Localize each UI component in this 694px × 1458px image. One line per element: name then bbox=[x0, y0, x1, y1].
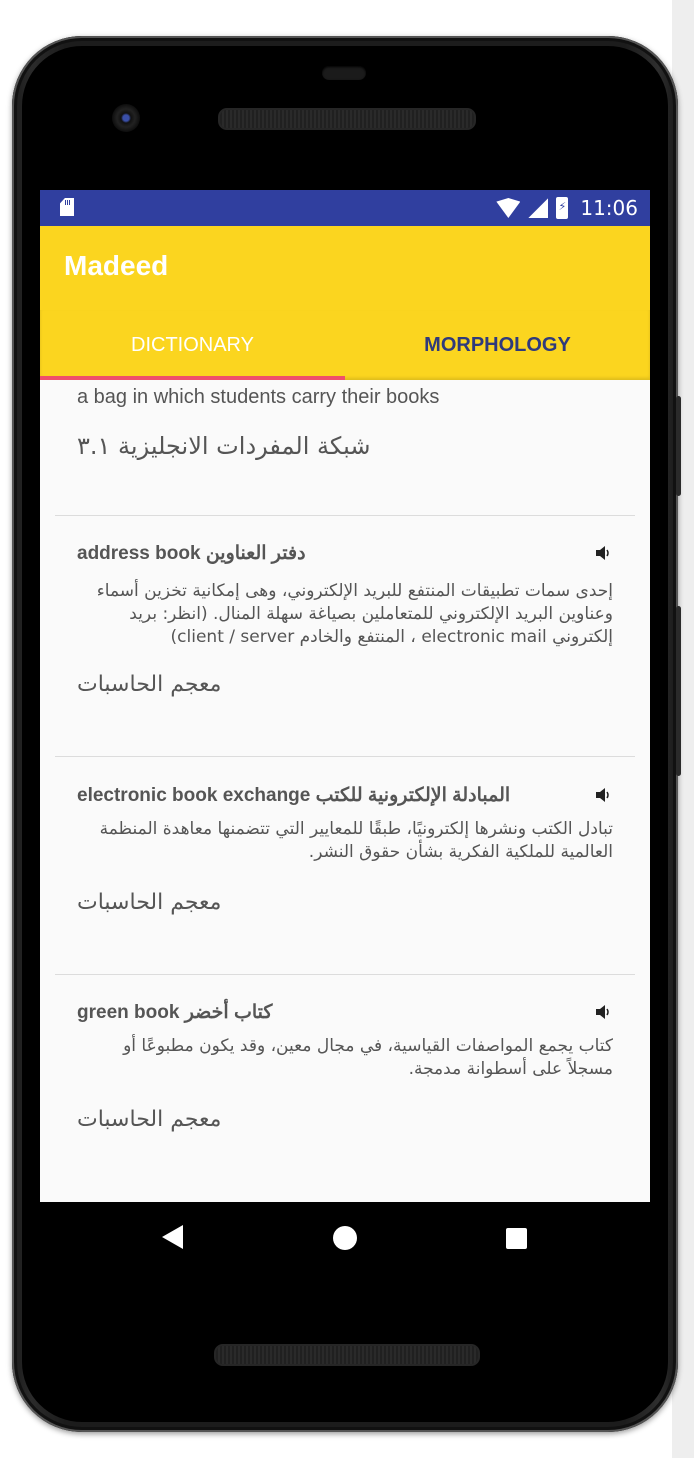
status-icons: 11:06 bbox=[496, 190, 638, 226]
divider bbox=[55, 974, 635, 975]
divider bbox=[55, 515, 635, 516]
status-bar: 11:06 bbox=[40, 190, 650, 226]
entry-source: شبكة المفردات الانجليزية ٣.١ bbox=[77, 432, 371, 460]
entry-source: معجم الحاسبات bbox=[77, 1107, 222, 1132]
app-bar: Madeed bbox=[40, 226, 650, 310]
entry-definition: تبادل الكتب ونشرها إلكترونيًا، طبقًا للم… bbox=[99, 819, 613, 862]
recents-icon[interactable] bbox=[506, 1228, 527, 1249]
cell-signal-icon bbox=[528, 198, 549, 218]
top-speaker-grille bbox=[218, 108, 476, 130]
tab-dictionary[interactable]: DICTIONARY bbox=[40, 310, 345, 380]
entry-title: green book كتاب أخضر bbox=[77, 1002, 273, 1023]
home-icon[interactable] bbox=[333, 1226, 357, 1250]
speaker-icon[interactable] bbox=[595, 788, 611, 802]
status-time: 11:06 bbox=[580, 196, 638, 220]
entry-source: معجم الحاسبات bbox=[77, 672, 222, 697]
wifi-icon bbox=[496, 198, 521, 218]
speaker-icon[interactable] bbox=[595, 546, 611, 560]
tab-bar: DICTIONARY MORPHOLOGY bbox=[40, 310, 650, 380]
app-title: Madeed bbox=[64, 250, 169, 281]
power-button bbox=[676, 396, 681, 496]
volume-button bbox=[676, 606, 681, 776]
entry-definition: a bag in which students carry their book… bbox=[77, 386, 440, 408]
screen: 11:06 Madeed DICTIONARY MORPHOLOGY a bag… bbox=[40, 190, 650, 1202]
bottom-speaker-grille bbox=[214, 1344, 480, 1366]
entry-definition: كتاب يجمع المواصفات القياسية، في مجال مع… bbox=[123, 1036, 613, 1079]
entry-source: معجم الحاسبات bbox=[77, 890, 222, 915]
entry-definition: إحدى سمات تطبيقات المنتفع للبريد الإلكتر… bbox=[96, 581, 613, 647]
divider bbox=[55, 756, 635, 757]
battery-charging-icon bbox=[556, 197, 569, 219]
tab-morphology[interactable]: MORPHOLOGY bbox=[345, 310, 650, 380]
entry-title: address book دفتر العناوين bbox=[77, 543, 306, 564]
speaker-icon[interactable] bbox=[595, 1005, 611, 1019]
entry-title: electronic book exchange المبادلة الإلكت… bbox=[77, 785, 511, 806]
earpiece bbox=[322, 66, 366, 80]
front-camera-icon bbox=[112, 104, 140, 132]
sd-card-icon bbox=[60, 198, 74, 216]
results-list[interactable]: a bag in which students carry their book… bbox=[40, 380, 650, 1202]
back-icon[interactable] bbox=[162, 1225, 183, 1249]
navigation-bar bbox=[40, 1202, 650, 1274]
